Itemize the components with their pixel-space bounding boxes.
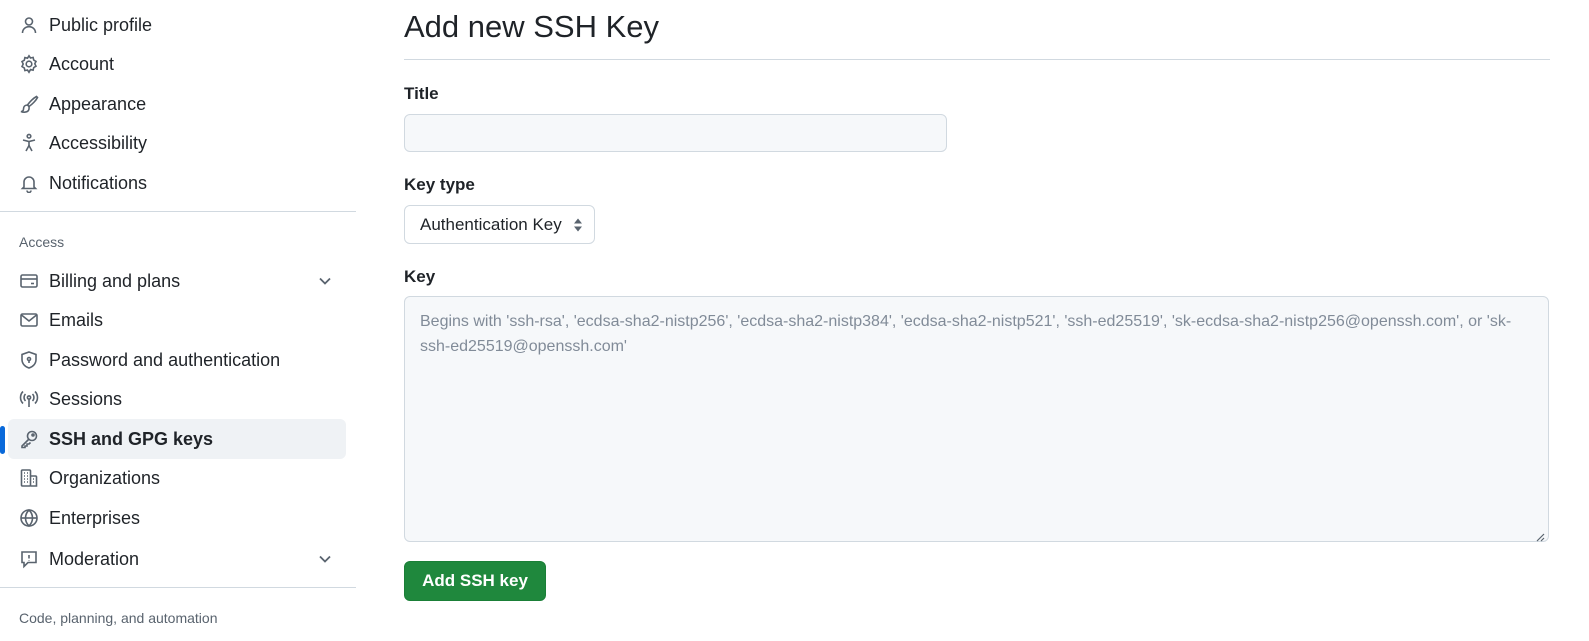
sidebar-item-notifications[interactable]: Notifications: [8, 163, 346, 203]
active-indicator: [0, 426, 5, 454]
chevron-down-icon[interactable]: [316, 272, 334, 290]
paintbrush-icon: [19, 94, 39, 114]
sidebar-item-label: Sessions: [49, 388, 123, 409]
add-ssh-key-button[interactable]: Add SSH key: [404, 561, 546, 601]
sidebar-item-label: Enterprises: [49, 507, 141, 528]
broadcast-icon: [19, 389, 39, 409]
sidebar-item-moderation[interactable]: Moderation: [8, 539, 346, 579]
key-icon: [19, 429, 39, 449]
globe-icon: [19, 508, 39, 528]
shield-lock-icon: [19, 350, 39, 370]
sidebar-item-label: Accessibility: [49, 132, 148, 153]
report-icon: [19, 549, 39, 569]
sidebar-item-sessions[interactable]: Sessions: [8, 379, 346, 419]
sidebar-item-label: Emails: [49, 309, 104, 330]
page-title: Add new SSH Key: [404, 9, 660, 44]
key-type-label: Key type: [404, 175, 475, 194]
key-field-label: Key: [404, 267, 436, 286]
sidebar-item-enterprises[interactable]: Enterprises: [8, 498, 346, 538]
title-divider: [404, 59, 1550, 60]
sidebar-item-emails[interactable]: Emails: [8, 300, 346, 340]
key-textarea[interactable]: [404, 296, 1549, 542]
sidebar-item-accessibility[interactable]: Accessibility: [8, 123, 346, 163]
mail-icon: [19, 310, 39, 330]
sidebar-item-organizations[interactable]: Organizations: [8, 458, 346, 498]
settings-sidebar: Public profile Account Appearance Access…: [0, 0, 356, 641]
sidebar-item-label: Appearance: [49, 93, 147, 114]
sidebar-item-label: Billing and plans: [49, 270, 181, 291]
sidebar-item-label: Moderation: [49, 548, 140, 569]
accessibility-icon: [19, 133, 39, 153]
title-field-label: Title: [404, 84, 439, 103]
sidebar-item-label: Public profile: [49, 14, 153, 35]
sidebar-item-billing[interactable]: Billing and plans: [8, 261, 346, 301]
sidebar-section-access: Access: [19, 234, 65, 250]
credit-card-icon: [19, 271, 39, 291]
sidebar-item-label: Organizations: [49, 467, 161, 488]
sidebar-item-public-profile[interactable]: Public profile: [8, 5, 346, 45]
bell-icon: [19, 173, 39, 193]
key-type-select[interactable]: Authentication Key: [404, 205, 595, 244]
sidebar-item-label: Account: [49, 53, 115, 74]
title-input[interactable]: [404, 114, 947, 152]
sidebar-item-password-auth[interactable]: Password and authentication: [8, 340, 346, 380]
key-type-selected: Authentication Key: [420, 214, 562, 234]
gear-icon: [19, 54, 39, 74]
sidebar-item-appearance[interactable]: Appearance: [8, 84, 346, 124]
sidebar-item-label: Password and authentication: [49, 349, 281, 370]
sidebar-divider: [0, 587, 356, 588]
chevron-down-icon[interactable]: [316, 550, 334, 568]
select-arrows-icon: [572, 217, 584, 233]
sidebar-item-label: Notifications: [49, 172, 148, 193]
sidebar-divider: [0, 211, 356, 212]
sidebar-section-code: Code, planning, and automation: [19, 610, 218, 626]
organization-icon: [19, 468, 39, 488]
sidebar-item-account[interactable]: Account: [8, 44, 346, 84]
sidebar-item-ssh-gpg-keys[interactable]: SSH and GPG keys: [8, 419, 346, 459]
person-icon: [19, 15, 39, 35]
resize-handle-icon[interactable]: [1535, 529, 1545, 542]
sidebar-item-label: SSH and GPG keys: [49, 428, 214, 449]
settings-page: Public profile Account Appearance Access…: [0, 0, 1589, 641]
